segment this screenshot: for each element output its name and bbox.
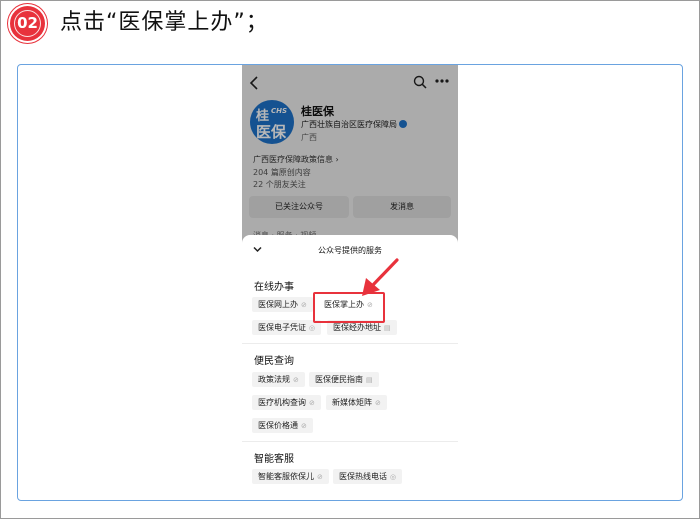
service-guide[interactable]: 医保便民指南 ▤ [309,372,379,387]
article-icon: ▤ [384,324,391,332]
service-label: 医保便民指南 [315,375,363,384]
link-icon: ⊘ [293,376,299,384]
sheet-title: 公众号提供的服务 [318,246,382,255]
service-online-handle[interactable]: 医保网上办 ⊘ [252,297,313,312]
service-price[interactable]: 医保价格通 ⊘ [252,418,313,433]
service-e-certificate[interactable]: 医保电子凭证 ◎ [252,320,322,335]
miniapp-icon: ◎ [390,473,397,481]
service-label: 政策法规 [258,375,290,384]
step-number: 02 [14,10,41,37]
service-smart-assistant[interactable]: 智能客服依保儿 ⊘ [252,469,329,484]
service-label: 医保价格通 [258,421,298,430]
miniapp-icon: ◎ [309,324,316,332]
service-label: 医保经办地址 [333,323,381,332]
section-title-query: 便民查询 [254,356,294,367]
service-label: 医保电子凭证 [258,323,306,332]
link-icon: ⊘ [317,473,323,481]
phone-screenshot: 桂 CHS 医保 桂医保 广西壮族自治区医疗保障局 广西 广西医疗保障政策信息 … [242,65,458,499]
step-number-badge: 02 [10,6,45,41]
service-media-matrix[interactable]: 新媒体矩阵 ⊘ [326,395,387,410]
section-title-service: 智能客服 [254,454,294,465]
service-label: 医保热线电话 [339,472,387,481]
service-label: 医保网上办 [258,300,298,309]
service-policy[interactable]: 政策法规 ⊘ [252,372,305,387]
service-institution-query[interactable]: 医疗机构查询 ⊘ [252,395,321,410]
service-label: 新媒体矩阵 [332,398,372,407]
link-icon: ⊘ [375,399,381,407]
service-label: 医疗机构查询 [258,398,306,407]
article-icon: ▤ [366,376,373,384]
link-icon: ⊘ [301,422,307,430]
service-hotline[interactable]: 医保热线电话 ◎ [333,469,403,484]
link-icon: ⊘ [301,301,307,309]
section-divider [242,343,458,344]
service-label: 智能客服依保儿 [258,472,314,481]
step-title: 点击“医保掌上办”； [60,10,269,35]
pointer-arrow-icon [362,258,399,296]
link-icon: ⊘ [309,399,315,407]
services-sheet: 公众号提供的服务 在线办事 医保网上办 ⊘ 医保掌上办 ⊘ 医保电子凭证 ◎ 医保经办… [242,235,458,499]
section-divider [242,441,458,442]
section-title-online: 在线办事 [254,282,294,293]
